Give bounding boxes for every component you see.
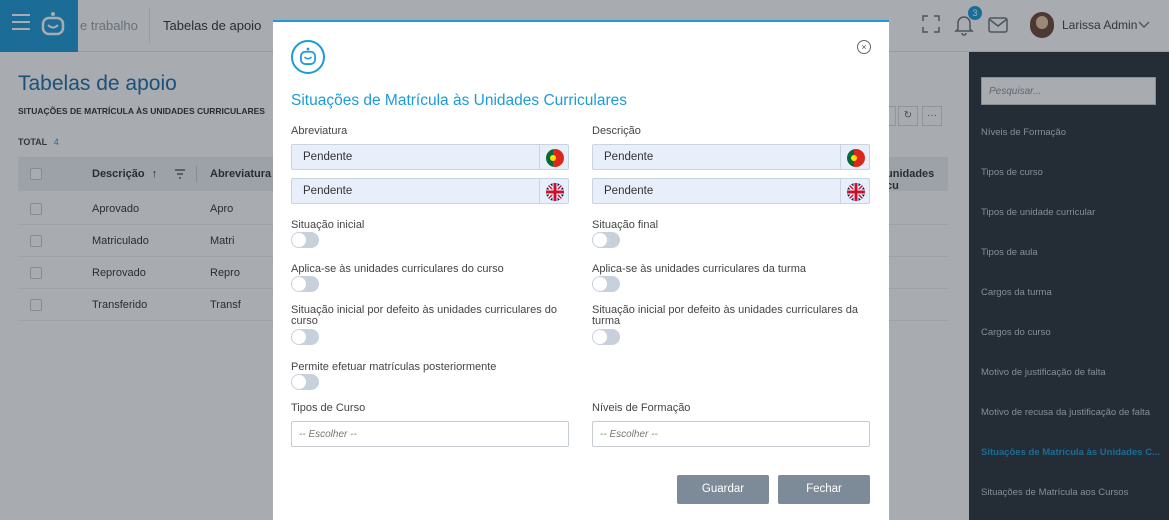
close-icon[interactable]: × <box>857 40 871 54</box>
aplica-curso-toggle[interactable] <box>291 276 319 292</box>
save-button[interactable]: Guardar <box>677 475 769 504</box>
flag-divider <box>539 179 540 203</box>
uk-flag-icon[interactable] <box>847 183 865 201</box>
abreviatura-label: Abreviatura <box>291 125 348 137</box>
portugal-flag-icon[interactable] <box>847 149 865 167</box>
modal-title: Situações de Matrícula às Unidades Curri… <box>291 92 627 109</box>
tipos-curso-label: Tipos de Curso <box>291 402 366 414</box>
aplica-turma-toggle[interactable] <box>592 276 620 292</box>
abreviatura-en-value: Pendente <box>303 185 353 197</box>
abreviatura-pt-value: Pendente <box>303 151 353 163</box>
abreviatura-en-input[interactable]: Pendente <box>291 178 569 204</box>
descricao-en-input[interactable]: Pendente <box>592 178 870 204</box>
matriculas-posteriores-toggle[interactable] <box>291 374 319 390</box>
portugal-flag-icon[interactable] <box>546 149 564 167</box>
descricao-pt-input[interactable]: Pendente <box>592 144 870 170</box>
aplica-turma-label: Aplica-se às unidades curriculares da tu… <box>592 263 806 275</box>
defeito-turma-toggle[interactable] <box>592 329 620 345</box>
situacao-inicial-toggle[interactable] <box>291 232 319 248</box>
niveis-formacao-select[interactable]: -- Escolher -- <box>592 421 870 447</box>
aplica-curso-label: Aplica-se às unidades curriculares do cu… <box>291 263 504 275</box>
niveis-formacao-label: Níveis de Formação <box>592 402 691 414</box>
defeito-turma-label: Situação inicial por defeito às unidades… <box>592 304 858 327</box>
flag-divider <box>840 179 841 203</box>
descricao-pt-value: Pendente <box>604 151 654 163</box>
flag-divider <box>840 145 841 169</box>
tipos-curso-select[interactable]: -- Escolher -- <box>291 421 569 447</box>
modal-logo-icon <box>291 40 325 74</box>
descricao-en-value: Pendente <box>604 185 654 197</box>
situacao-final-label: Situação final <box>592 219 659 231</box>
descricao-label: Descrição <box>592 125 641 137</box>
defeito-curso-toggle[interactable] <box>291 329 319 345</box>
abreviatura-pt-input[interactable]: Pendente <box>291 144 569 170</box>
uk-flag-icon[interactable] <box>546 183 564 201</box>
close-button[interactable]: Fechar <box>778 475 870 504</box>
edit-modal: × Situações de Matrícula às Unidades Cur… <box>273 20 889 520</box>
flag-divider <box>539 145 540 169</box>
situacao-final-toggle[interactable] <box>592 232 620 248</box>
defeito-curso-label: Situação inicial por defeito às unidades… <box>291 304 557 327</box>
matriculas-posteriores-label: Permite efetuar matrículas posteriorment… <box>291 361 497 373</box>
situacao-inicial-label: Situação inicial <box>291 219 365 231</box>
